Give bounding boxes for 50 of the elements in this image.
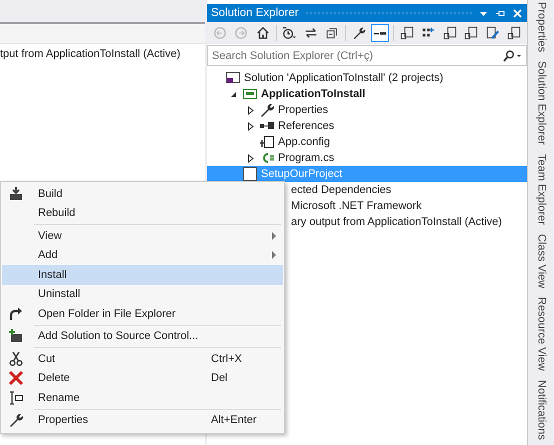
menu-item[interactable]: Properties Alt+Enter (2, 410, 283, 430)
side-tab[interactable]: Team Explorer (536, 154, 548, 234)
wrench-icon (8, 412, 24, 428)
side-tab[interactable]: Properties (536, 2, 548, 62)
search-field[interactable]: Search Solution Explorer (Ctrl+ç) (207, 45, 527, 66)
output-line: tput from ApplicationToInstall (Active) (0, 47, 182, 60)
tree-row[interactable]: References (207, 118, 527, 134)
side-tab[interactable]: Solution Explorer (536, 61, 548, 154)
menu-item[interactable]: Add (2, 246, 283, 265)
config-file-icon (259, 134, 275, 150)
rename-icon (8, 390, 24, 406)
build-icon (8, 186, 24, 202)
wrench-icon (259, 102, 275, 118)
menu-item[interactable]: View (2, 226, 283, 246)
side-tab[interactable]: Notifications (536, 380, 548, 445)
expand-arrow-icon[interactable] (245, 152, 256, 164)
menu-item[interactable]: Open Folder in File Explorer (2, 304, 283, 324)
tree-row[interactable]: Program.cs (207, 150, 527, 166)
panel-title-bar: Solution Explorer (207, 4, 527, 22)
document-icon[interactable] (505, 24, 523, 42)
search-icon[interactable] (502, 50, 522, 62)
tree-row[interactable]: Solution 'ApplicationToInstall' (2 projects) (207, 70, 527, 86)
tree-row[interactable]: ApplicationToInstall (207, 86, 527, 102)
submenu-arrow-icon (271, 251, 277, 260)
menu-item[interactable]: Cut Ctrl+X (2, 349, 283, 368)
history-icon[interactable] (280, 24, 298, 42)
menu-item[interactable]: Rename (2, 388, 283, 408)
menu-item[interactable]: Uninstall (2, 284, 283, 304)
menu-item[interactable]: Delete Del (2, 368, 283, 388)
solution-icon (225, 70, 241, 86)
search-input[interactable]: Search Solution Explorer (Ctrl+ç) (212, 50, 502, 62)
side-tab[interactable]: Class View (536, 234, 548, 298)
expand-arrow-icon[interactable] (245, 120, 256, 132)
submenu-arrow-icon (271, 232, 277, 240)
close-icon[interactable] (512, 8, 523, 18)
tree-row[interactable]: Properties (207, 102, 527, 118)
tree-row[interactable]: App.config (207, 134, 527, 150)
menu-item[interactable]: Rebuild (2, 204, 283, 223)
scissors-icon (8, 350, 24, 367)
source-control-icon (8, 328, 24, 344)
side-tab[interactable]: Resource View (536, 297, 548, 380)
delete-icon (8, 370, 24, 386)
menu-item[interactable]: Add Solution to Source Control... (2, 326, 283, 346)
document-icon[interactable] (462, 24, 480, 42)
pending-changes-icon[interactable] (371, 24, 389, 42)
expand-arrow-icon[interactable] (245, 104, 256, 116)
menu-item[interactable]: Install (2, 265, 283, 284)
project-icon (242, 86, 258, 102)
menu-item[interactable]: Build (2, 184, 283, 204)
curved-arrow-icon (8, 306, 24, 322)
